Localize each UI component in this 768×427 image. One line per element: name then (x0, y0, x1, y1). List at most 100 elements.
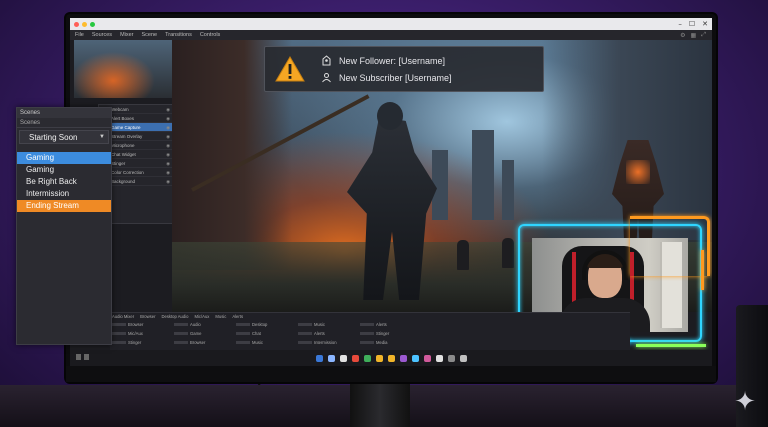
mixer-channel[interactable]: Music (236, 340, 298, 345)
taskbar-app-icon[interactable] (351, 354, 359, 362)
mixer-channel[interactable]: Media (360, 340, 422, 345)
volume-slider[interactable] (298, 341, 312, 344)
channel-label: Game (190, 331, 202, 336)
subscriber-text: New Subscriber [Username] (339, 72, 452, 83)
scene-item[interactable]: Ending Stream (17, 200, 111, 212)
taskbar-app-icon[interactable] (459, 354, 467, 362)
scene-item[interactable]: Be Right Back (17, 176, 111, 188)
eye-icon[interactable]: ◉ (166, 132, 170, 141)
menu-scene[interactable]: Scene (142, 32, 158, 38)
mixer-channel[interactable]: Browser (112, 322, 174, 327)
taskbar-app-icon[interactable] (399, 354, 407, 362)
mixer-channel[interactable]: Chat (236, 331, 298, 336)
maximize-icon[interactable]: ☐ (689, 20, 695, 28)
mixer-channel[interactable]: Audio (174, 322, 236, 327)
channel-label: Media (376, 340, 388, 345)
source-label: Alert Boxes (111, 116, 135, 121)
grid-icon[interactable]: ▦ (691, 32, 697, 39)
minion (502, 238, 514, 268)
scenes-panel-title: Scenes (17, 108, 111, 118)
mixer-channel[interactable]: Browser (174, 340, 236, 345)
volume-slider[interactable] (112, 341, 126, 344)
enemy-glow (626, 160, 650, 184)
volume-slider[interactable] (360, 341, 374, 344)
gear-icon[interactable]: ⚙ (680, 32, 685, 39)
webcam-frame-accent (630, 216, 710, 276)
channel-label: Stinger (376, 331, 390, 336)
taskbar-app-icon[interactable] (339, 354, 347, 362)
menu-bar: File Sources Mixer Scene Transitions Con… (70, 30, 712, 40)
volume-slider[interactable] (236, 323, 250, 326)
taskbar-app-icon[interactable] (435, 354, 443, 362)
monitor-chin (66, 366, 716, 382)
eye-icon[interactable]: ◉ (166, 123, 170, 132)
volume-slider[interactable] (112, 323, 126, 326)
mixer-channel[interactable]: Desktop (236, 322, 298, 327)
mixer-channel[interactable]: Game (174, 331, 236, 336)
eye-icon[interactable]: ◉ (166, 177, 170, 186)
menu-file[interactable]: File (75, 32, 84, 38)
mixer-channel[interactable]: Stinger (360, 331, 422, 336)
volume-slider[interactable] (174, 332, 188, 335)
volume-slider[interactable] (174, 341, 188, 344)
mixer-channel[interactable]: Intermission (298, 340, 360, 345)
zoom-dot-icon[interactable] (90, 21, 95, 27)
eye-icon[interactable]: ◉ (166, 114, 170, 123)
taskbar-app-icon[interactable] (423, 354, 431, 362)
channel-label: Browser (190, 340, 206, 345)
mixer-channel[interactable]: Music (298, 322, 360, 327)
source-label: Background (111, 179, 136, 184)
menu-right-icons: ⚙ ▦ ⤢ (680, 32, 706, 39)
taskbar-app-icon[interactable] (327, 354, 335, 362)
menu-mixer[interactable]: Mixer (120, 32, 133, 38)
scene-thumbnail[interactable] (74, 40, 172, 98)
taskbar-app-icon[interactable] (411, 354, 419, 362)
menu-sources[interactable]: Sources (92, 32, 112, 38)
volume-slider[interactable] (174, 323, 188, 326)
webcam-frame-accent (636, 344, 706, 347)
eye-icon[interactable]: ◉ (166, 168, 170, 177)
minimize-icon[interactable]: – (678, 20, 682, 28)
mixer-header-label: Desktop Audio (161, 314, 189, 319)
minimize-dot-icon[interactable] (82, 21, 87, 27)
mixer-channel[interactable]: Stinger (112, 340, 174, 345)
volume-slider[interactable] (360, 332, 374, 335)
mixer-header-label: Alerts (232, 314, 244, 319)
volume-slider[interactable] (360, 323, 374, 326)
scene-select[interactable]: Starting Soon ▼ (19, 130, 109, 144)
volume-slider[interactable] (298, 323, 312, 326)
expand-icon[interactable]: ⤢ (701, 32, 706, 39)
eye-icon[interactable]: ◉ (166, 105, 170, 114)
menu-controls[interactable]: Controls (200, 32, 220, 38)
taskbar-app-icon[interactable] (375, 354, 383, 362)
mixer-channel[interactable]: Alerts (298, 331, 360, 336)
taskbar-app-icon[interactable] (363, 354, 371, 362)
close-dot-icon[interactable] (74, 21, 79, 27)
source-label: Webcam (111, 107, 129, 112)
volume-slider[interactable] (236, 332, 250, 335)
volume-slider[interactable] (298, 332, 312, 335)
eye-icon[interactable]: ◉ (166, 159, 170, 168)
eye-icon[interactable]: ◉ (166, 150, 170, 159)
volume-slider[interactable] (112, 332, 126, 335)
scene-item[interactable]: Gaming (17, 152, 111, 164)
mixer-header: Audio Mixer Browser Desktop Audio Mic/Aux Mu… (110, 313, 630, 320)
taskbar-tray-icon[interactable] (76, 354, 81, 360)
channel-label: Intermission (314, 340, 337, 345)
scene-item[interactable]: Gaming (17, 164, 111, 176)
scenes-panel: Scenes Scenes Starting Soon ▼ Gaming Gami… (16, 107, 112, 345)
taskbar-app-icon[interactable] (315, 354, 323, 362)
mixer-channel[interactable]: Mic/Aux (112, 331, 174, 336)
taskbar-app-icon[interactable] (447, 354, 455, 362)
warning-icon (273, 52, 307, 86)
eye-icon[interactable]: ◉ (166, 141, 170, 150)
scene-item[interactable]: Intermission (17, 188, 111, 200)
channel-label: Alerts (376, 322, 387, 327)
close-icon[interactable]: ✕ (702, 20, 708, 28)
chevron-down-icon[interactable]: ▼ (99, 134, 105, 140)
taskbar-app-icon[interactable] (387, 354, 395, 362)
mixer-channel[interactable]: Alerts (360, 322, 422, 327)
menu-transitions[interactable]: Transitions (165, 32, 192, 38)
volume-slider[interactable] (236, 341, 250, 344)
taskbar-tray-icon[interactable] (84, 354, 89, 360)
